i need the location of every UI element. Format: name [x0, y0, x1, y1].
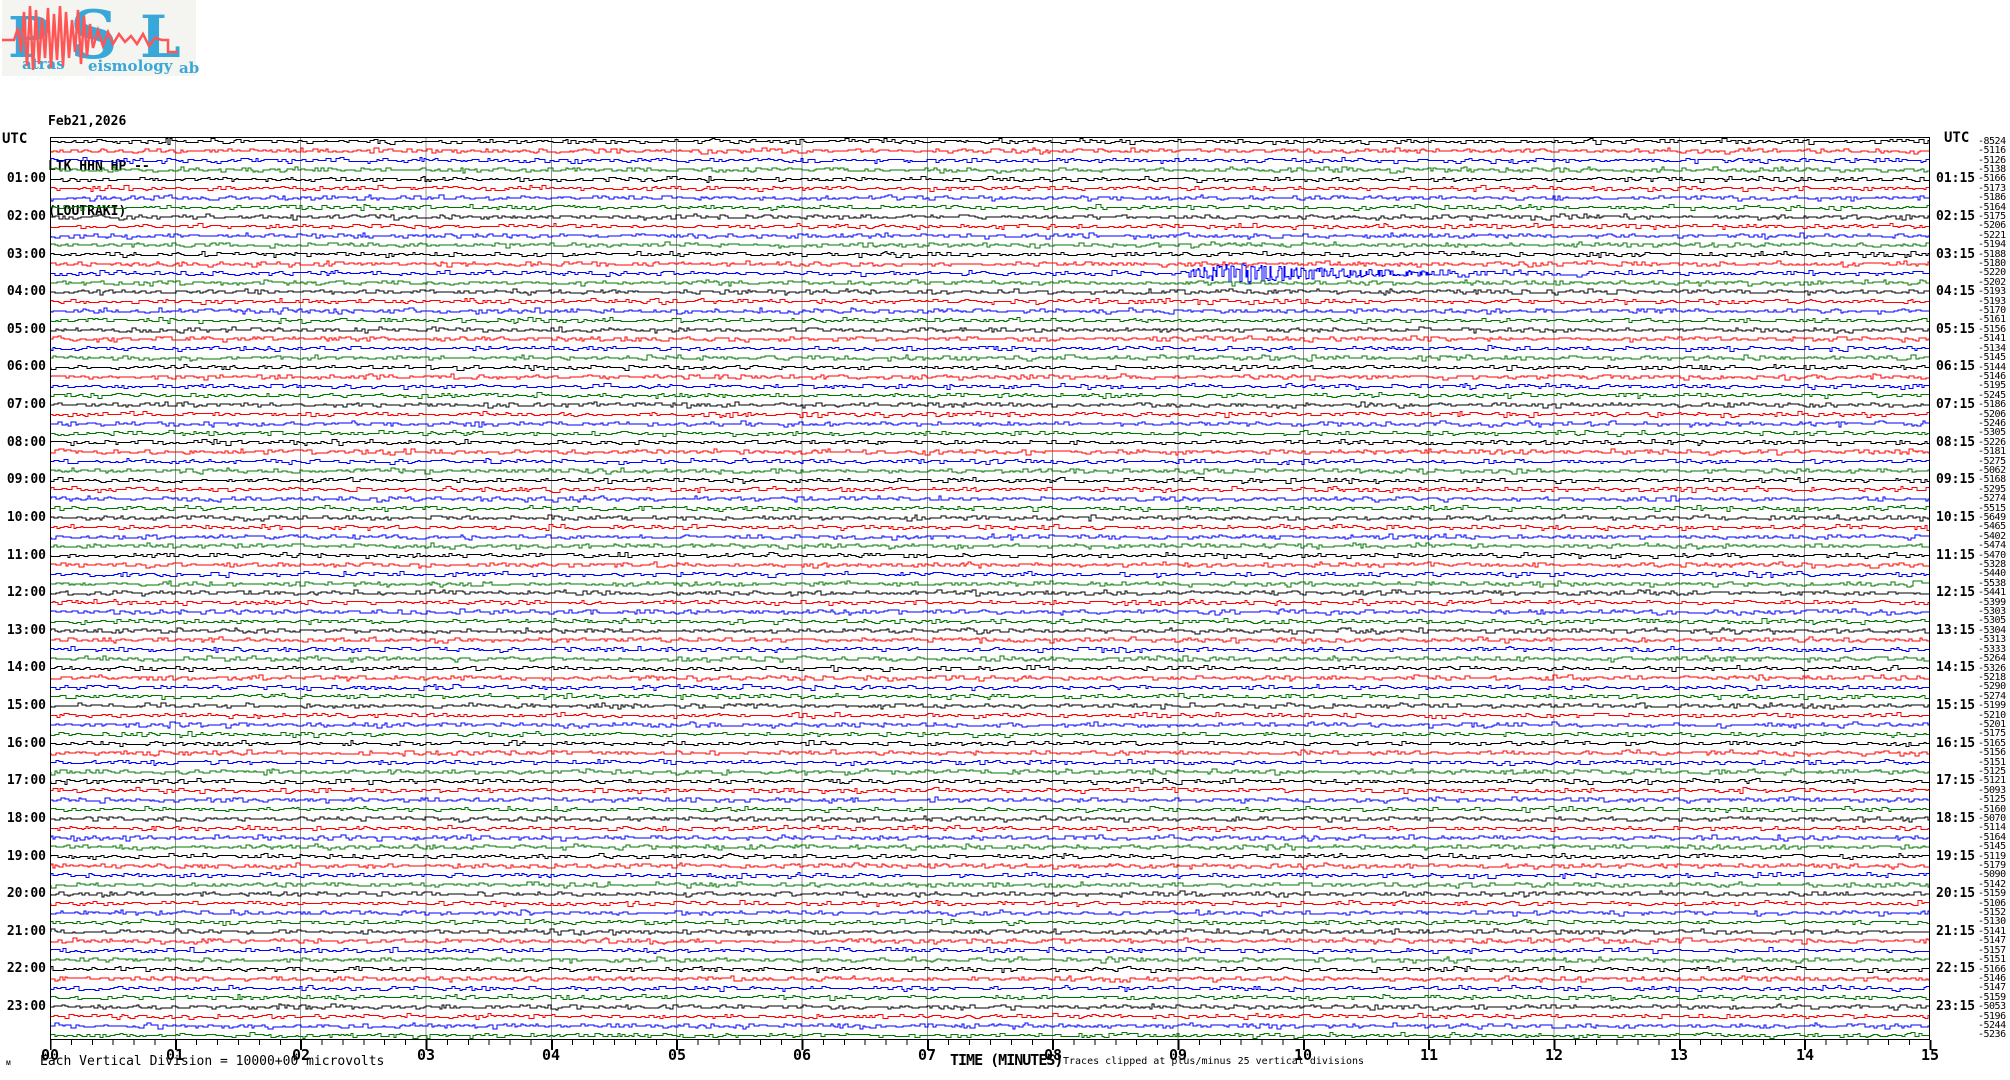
left-time-label: 02:00: [6, 209, 46, 224]
logo-word-patras: atras: [22, 55, 65, 73]
utc-label-left: UTC: [2, 131, 28, 147]
right-time-label: 02:15: [1936, 209, 1976, 224]
left-time-label: 18:00: [6, 811, 46, 826]
right-time-label: 06:15: [1936, 359, 1976, 374]
left-time-label: 06:00: [6, 359, 46, 374]
left-time-label: 05:00: [6, 322, 46, 337]
right-time-label: 08:15: [1936, 435, 1976, 450]
left-time-label: 01:00: [6, 171, 46, 186]
x-axis-tick-label: 06: [792, 1046, 812, 1064]
left-time-label: 12:00: [6, 585, 46, 600]
footer-corner-mark: ᴍ: [6, 1058, 11, 1067]
psl-logo: P S L atras eismology ab: [2, 0, 200, 77]
utc-label-right: UTC: [1944, 130, 1970, 146]
left-time-label: 04:00: [6, 284, 46, 299]
x-axis-tick-label: 05: [667, 1046, 687, 1064]
left-time-label: 16:00: [6, 736, 46, 751]
left-time-label: 23:00: [6, 999, 46, 1014]
logo-word-seismology: eismology: [88, 57, 173, 75]
right-time-label: 23:15: [1936, 999, 1976, 1014]
right-time-label: 18:15: [1936, 811, 1976, 826]
left-time-label: 20:00: [6, 886, 46, 901]
right-time-label: 10:15: [1936, 510, 1976, 525]
helicorder-screen: P S L atras eismology ab Feb21,2026 LTK …: [0, 0, 2010, 1080]
left-time-label: 21:00: [6, 924, 46, 939]
right-time-label: 16:15: [1936, 736, 1976, 751]
x-axis-tick-label: 14: [1795, 1046, 1815, 1064]
left-time-label: 22:00: [6, 961, 46, 976]
left-time-label: 14:00: [6, 660, 46, 675]
right-time-label: 15:15: [1936, 698, 1976, 713]
right-time-label: 07:15: [1936, 397, 1976, 412]
left-time-label: 15:00: [6, 698, 46, 713]
left-time-label: 19:00: [6, 849, 46, 864]
right-time-label: 19:15: [1936, 849, 1976, 864]
right-time-label: 05:15: [1936, 322, 1976, 337]
x-axis-tick-label: 15: [1920, 1046, 1940, 1064]
left-time-label: 03:00: [6, 247, 46, 262]
right-time-label: 13:15: [1936, 623, 1976, 638]
x-axis-tick-label: 04: [541, 1046, 561, 1064]
left-time-label: 13:00: [6, 623, 46, 638]
right-time-label: 20:15: [1936, 886, 1976, 901]
right-time-label: 11:15: [1936, 548, 1976, 563]
x-axis-tick-label: 03: [416, 1046, 436, 1064]
right-time-label: 03:15: [1936, 247, 1976, 262]
left-time-label: 09:00: [6, 472, 46, 487]
right-time-label: 09:15: [1936, 472, 1976, 487]
left-time-label: 08:00: [6, 435, 46, 450]
x-axis-title: TIME (MINUTES): [950, 1051, 1063, 1069]
left-time-label: 17:00: [6, 773, 46, 788]
header-date: Feb21,2026: [48, 114, 127, 129]
footer-clip-note: Traces clipped at plus/minus 25 vertical…: [1063, 1056, 1365, 1067]
left-time-label: 11:00: [6, 548, 46, 563]
right-time-label: 12:15: [1936, 585, 1976, 600]
right-time-label: 04:15: [1936, 284, 1976, 299]
right-offset-value: -5236: [1978, 1029, 2006, 1041]
x-axis-tick-label: 11: [1419, 1046, 1439, 1064]
right-time-label: 14:15: [1936, 660, 1976, 675]
right-time-label: 22:15: [1936, 961, 1976, 976]
helicorder-plot: [50, 137, 1930, 1040]
logo-word-lab: ab: [179, 59, 200, 77]
right-time-label: 21:15: [1936, 924, 1976, 939]
x-axis-tick-label: 13: [1669, 1046, 1689, 1064]
footer-division-note: Each Vertical Division = 10000+00 microv…: [40, 1054, 385, 1069]
left-time-label: 07:00: [6, 397, 46, 412]
x-axis-tick-label: 07: [917, 1046, 937, 1064]
left-time-label: 10:00: [6, 510, 46, 525]
right-time-label: 01:15: [1936, 171, 1976, 186]
right-time-label: 17:15: [1936, 773, 1976, 788]
x-axis-tick-label: 12: [1544, 1046, 1564, 1064]
